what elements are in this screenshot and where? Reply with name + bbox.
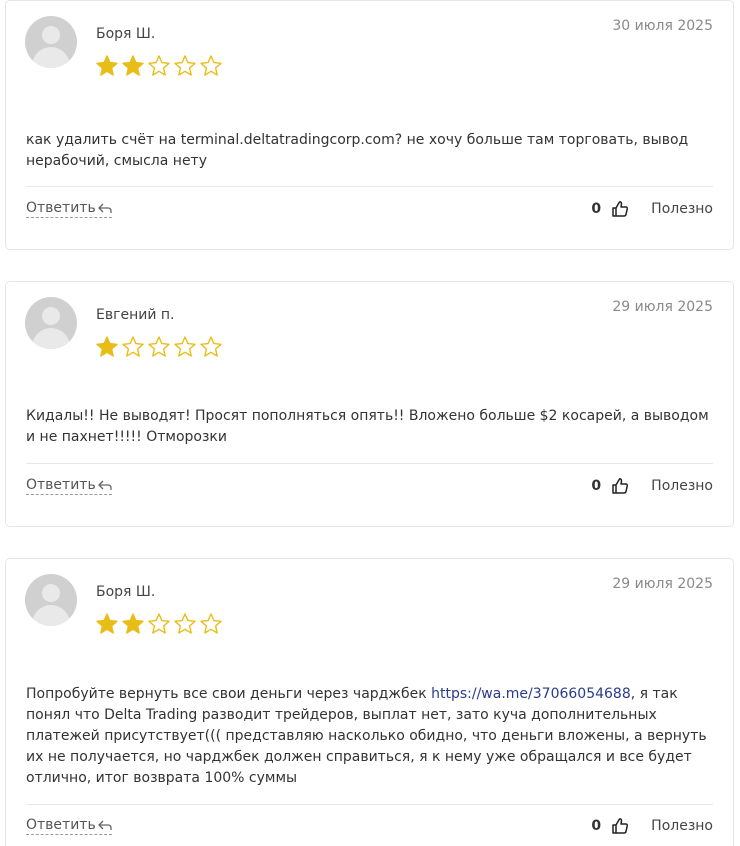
helpful-count: 0 bbox=[591, 201, 602, 217]
star-filled-icon bbox=[122, 613, 144, 634]
thumbs-up-icon[interactable] bbox=[611, 200, 629, 218]
star-empty-icon bbox=[200, 613, 222, 634]
star-empty-icon bbox=[122, 336, 144, 357]
divider bbox=[26, 463, 713, 464]
helpful-count: 0 bbox=[591, 478, 602, 494]
helpful-button[interactable]: Полезно bbox=[651, 478, 713, 494]
divider bbox=[26, 804, 713, 805]
review-text: Попробуйте вернуть все свои деньги через… bbox=[26, 684, 713, 789]
review-author: Евгений п. bbox=[96, 307, 175, 323]
star-filled-icon bbox=[96, 336, 118, 357]
reply-link[interactable]: Ответить bbox=[26, 817, 112, 835]
helpful-block: 0 Полезно bbox=[591, 477, 713, 495]
helpful-count: 0 bbox=[591, 818, 602, 834]
star-empty-icon bbox=[200, 55, 222, 76]
reply-label: Ответить bbox=[26, 477, 96, 493]
avatar bbox=[25, 574, 77, 626]
reply-link[interactable]: Ответить bbox=[26, 200, 112, 218]
review-link[interactable]: https://wa.me/37066054688 bbox=[431, 686, 631, 702]
reply-label: Ответить bbox=[26, 200, 96, 216]
review-card: Евгений п. 29 июля 2025 Кидалы!! Не выво… bbox=[5, 281, 734, 527]
review-author: Боря Ш. bbox=[96, 584, 156, 600]
helpful-button[interactable]: Полезно bbox=[651, 818, 713, 834]
review-footer: Ответить 0 Полезно bbox=[26, 814, 713, 838]
review-footer: Ответить 0 Полезно bbox=[26, 197, 713, 221]
review-date: 29 июля 2025 bbox=[612, 576, 713, 592]
thumbs-up-icon[interactable] bbox=[611, 477, 629, 495]
review-card: Боря Ш. 29 июля 2025 Попробуйте вернуть … bbox=[5, 558, 734, 846]
review-text-part: Попробуйте вернуть все свои деньги через… bbox=[26, 686, 432, 702]
review-author: Боря Ш. bbox=[96, 26, 156, 42]
star-rating bbox=[95, 335, 223, 359]
reply-link[interactable]: Ответить bbox=[26, 477, 112, 495]
reply-arrow-icon bbox=[97, 820, 112, 830]
star-rating bbox=[95, 612, 223, 636]
reply-arrow-icon bbox=[97, 203, 112, 213]
star-empty-icon bbox=[174, 336, 196, 357]
review-card: Боря Ш. 30 июля 2025 как удалить счёт на… bbox=[5, 0, 734, 250]
star-empty-icon bbox=[148, 613, 170, 634]
helpful-block: 0 Полезно bbox=[591, 200, 713, 218]
helpful-block: 0 Полезно bbox=[591, 817, 713, 835]
star-rating bbox=[95, 54, 223, 78]
avatar bbox=[25, 297, 77, 349]
review-text: Кидалы!! Не выводят! Просят пополняться … bbox=[26, 408, 709, 445]
star-filled-icon bbox=[96, 55, 118, 76]
review-date: 30 июля 2025 bbox=[612, 18, 713, 34]
review-text: как удалить счёт на terminal.deltatradin… bbox=[26, 132, 689, 169]
avatar bbox=[25, 16, 77, 68]
thumbs-up-icon[interactable] bbox=[611, 817, 629, 835]
star-filled-icon bbox=[96, 613, 118, 634]
star-empty-icon bbox=[174, 613, 196, 634]
star-empty-icon bbox=[200, 336, 222, 357]
star-empty-icon bbox=[148, 55, 170, 76]
helpful-button[interactable]: Полезно bbox=[651, 201, 713, 217]
star-empty-icon bbox=[174, 55, 196, 76]
review-date: 29 июля 2025 bbox=[612, 299, 713, 315]
reply-label: Ответить bbox=[26, 817, 96, 833]
review-footer: Ответить 0 Полезно bbox=[26, 474, 713, 498]
reply-arrow-icon bbox=[97, 480, 112, 490]
star-filled-icon bbox=[122, 55, 144, 76]
divider bbox=[26, 186, 713, 187]
star-empty-icon bbox=[148, 336, 170, 357]
